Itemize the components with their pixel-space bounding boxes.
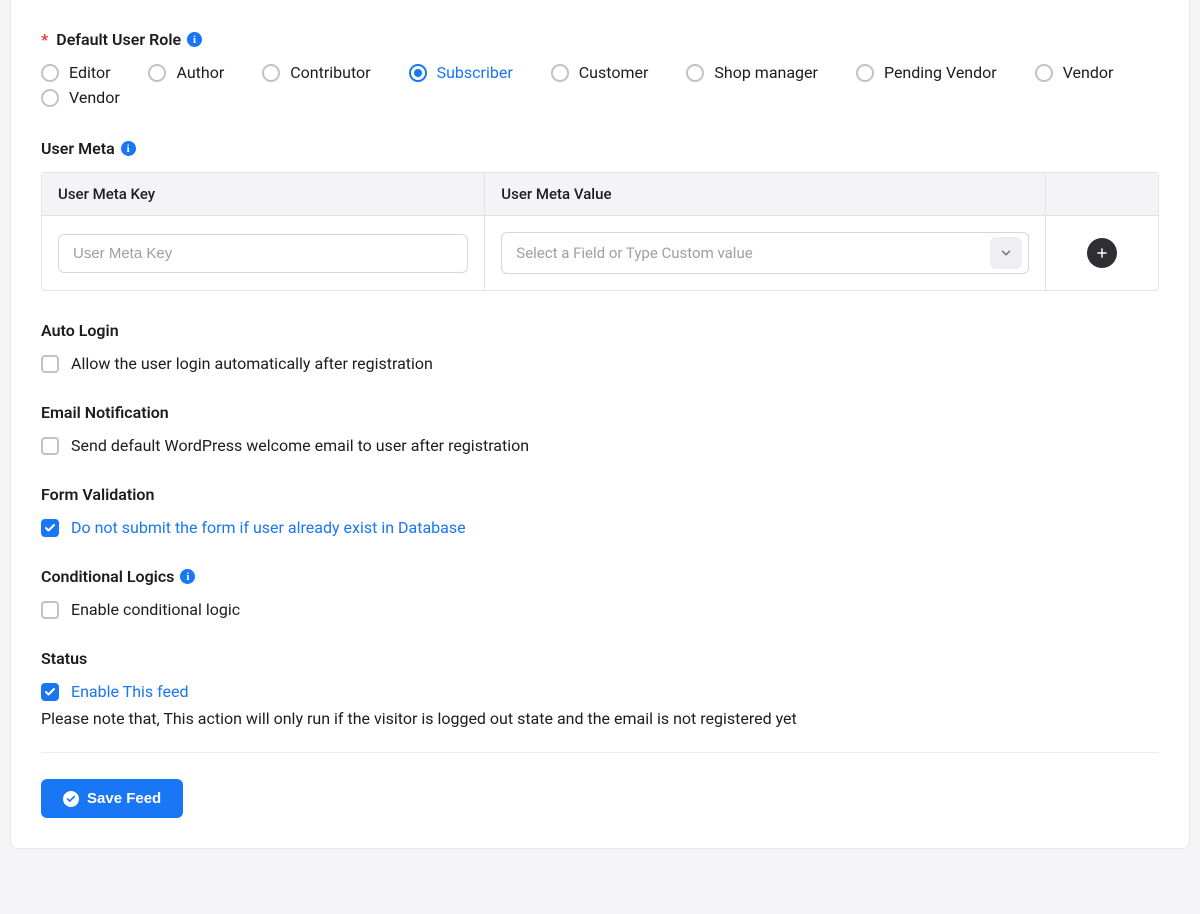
status-checkbox[interactable] (41, 683, 59, 701)
conditional-logics-text: Conditional Logics (41, 567, 174, 586)
radio-icon (1035, 64, 1053, 82)
radio-icon (551, 64, 569, 82)
role-radio-label: Pending Vendor (884, 63, 997, 82)
info-icon[interactable]: i (121, 141, 136, 156)
radio-icon (41, 64, 59, 82)
auto-login-section: Auto Login Allow the user login automati… (41, 321, 1159, 373)
radio-icon (856, 64, 874, 82)
user-meta-action-header (1046, 173, 1158, 216)
status-checkbox-row: Enable This feed (41, 682, 1159, 701)
default-user-role-text: Default User Role (56, 30, 181, 49)
radio-icon (148, 64, 166, 82)
role-radio-label: Editor (69, 63, 110, 82)
role-radio-label: Vendor (69, 88, 120, 107)
role-radio-label: Contributor (290, 63, 370, 82)
radio-icon (262, 64, 280, 82)
auto-login-text: Auto Login (41, 321, 119, 340)
required-indicator: * (41, 30, 48, 49)
role-radio-vendor2[interactable]: Vendor (41, 88, 120, 107)
user-meta-value-placeholder: Select a Field or Type Custom value (516, 238, 982, 268)
save-feed-button[interactable]: Save Feed (41, 779, 183, 818)
role-radio-label: Customer (579, 63, 649, 82)
role-radio-contributor[interactable]: Contributor (262, 63, 370, 82)
form-validation-label: Form Validation (41, 485, 1159, 504)
user-meta-table: User Meta Key User Meta Value Select a F… (41, 172, 1159, 291)
email-notification-checkbox-label[interactable]: Send default WordPress welcome email to … (71, 436, 529, 455)
user-meta-text: User Meta (41, 139, 115, 158)
status-text: Status (41, 649, 87, 668)
email-notification-label: Email Notification (41, 403, 1159, 422)
user-meta-value-header: User Meta Value (485, 173, 1046, 216)
user-meta-value-select[interactable]: Select a Field or Type Custom value (501, 232, 1029, 274)
add-meta-row-button[interactable] (1087, 238, 1117, 268)
conditional-logics-checkbox-label[interactable]: Enable conditional logic (71, 600, 240, 619)
role-radio-editor[interactable]: Editor (41, 63, 110, 82)
role-radio-group: Editor Author Contributor Subscriber Custome… (41, 63, 1159, 107)
role-radio-shop_manager[interactable]: Shop manager (686, 63, 818, 82)
default-user-role-label: * Default User Role i (41, 30, 1159, 49)
role-radio-vendor[interactable]: Vendor (1035, 63, 1114, 82)
role-radio-label: Shop manager (714, 63, 818, 82)
role-radio-label: Author (176, 63, 224, 82)
user-meta-key-header: User Meta Key (42, 173, 485, 216)
auto-login-checkbox-row: Allow the user login automatically after… (41, 354, 1159, 373)
auto-login-label: Auto Login (41, 321, 1159, 340)
conditional-logics-section: Conditional Logics i Enable conditional … (41, 567, 1159, 619)
form-validation-checkbox-label[interactable]: Do not submit the form if user already e… (71, 518, 466, 537)
email-notification-checkbox-row: Send default WordPress welcome email to … (41, 436, 1159, 455)
radio-icon (41, 89, 59, 107)
conditional-logics-label: Conditional Logics i (41, 567, 1159, 586)
email-notification-text: Email Notification (41, 403, 169, 422)
user-meta-key-input[interactable] (58, 234, 468, 273)
form-validation-section: Form Validation Do not submit the form i… (41, 485, 1159, 537)
user-meta-row: Select a Field or Type Custom value (42, 216, 1158, 290)
chevron-down-icon[interactable] (990, 237, 1022, 269)
form-validation-checkbox-row: Do not submit the form if user already e… (41, 518, 1159, 537)
divider (41, 752, 1159, 753)
form-validation-checkbox[interactable] (41, 519, 59, 537)
role-radio-pending_vendor[interactable]: Pending Vendor (856, 63, 997, 82)
radio-icon (686, 64, 704, 82)
role-radio-author[interactable]: Author (148, 63, 224, 82)
conditional-logics-checkbox[interactable] (41, 601, 59, 619)
check-circle-icon (63, 791, 79, 807)
status-section: Status Enable This feed Please note that… (41, 649, 1159, 728)
email-notification-checkbox[interactable] (41, 437, 59, 455)
info-icon[interactable]: i (187, 32, 202, 47)
role-radio-subscriber[interactable]: Subscriber (409, 63, 513, 82)
conditional-logics-checkbox-row: Enable conditional logic (41, 600, 1159, 619)
user-meta-section: User Meta i User Meta Key User Meta Valu… (41, 139, 1159, 291)
save-feed-label: Save Feed (87, 790, 161, 807)
default-user-role-section: * Default User Role i Editor Author Contri… (41, 30, 1159, 107)
email-notification-section: Email Notification Send default WordPres… (41, 403, 1159, 455)
status-checkbox-label[interactable]: Enable This feed (71, 682, 189, 701)
radio-icon (409, 64, 427, 82)
status-note: Please note that, This action will only … (41, 709, 1159, 728)
status-label: Status (41, 649, 1159, 668)
auto-login-checkbox-label[interactable]: Allow the user login automatically after… (71, 354, 433, 373)
user-meta-label: User Meta i (41, 139, 1159, 158)
settings-form-card: * Default User Role i Editor Author Contri… (10, 0, 1190, 849)
role-radio-label: Subscriber (437, 63, 513, 82)
form-validation-text: Form Validation (41, 485, 154, 504)
role-radio-customer[interactable]: Customer (551, 63, 649, 82)
auto-login-checkbox[interactable] (41, 355, 59, 373)
info-icon[interactable]: i (180, 569, 195, 584)
role-radio-label: Vendor (1063, 63, 1114, 82)
